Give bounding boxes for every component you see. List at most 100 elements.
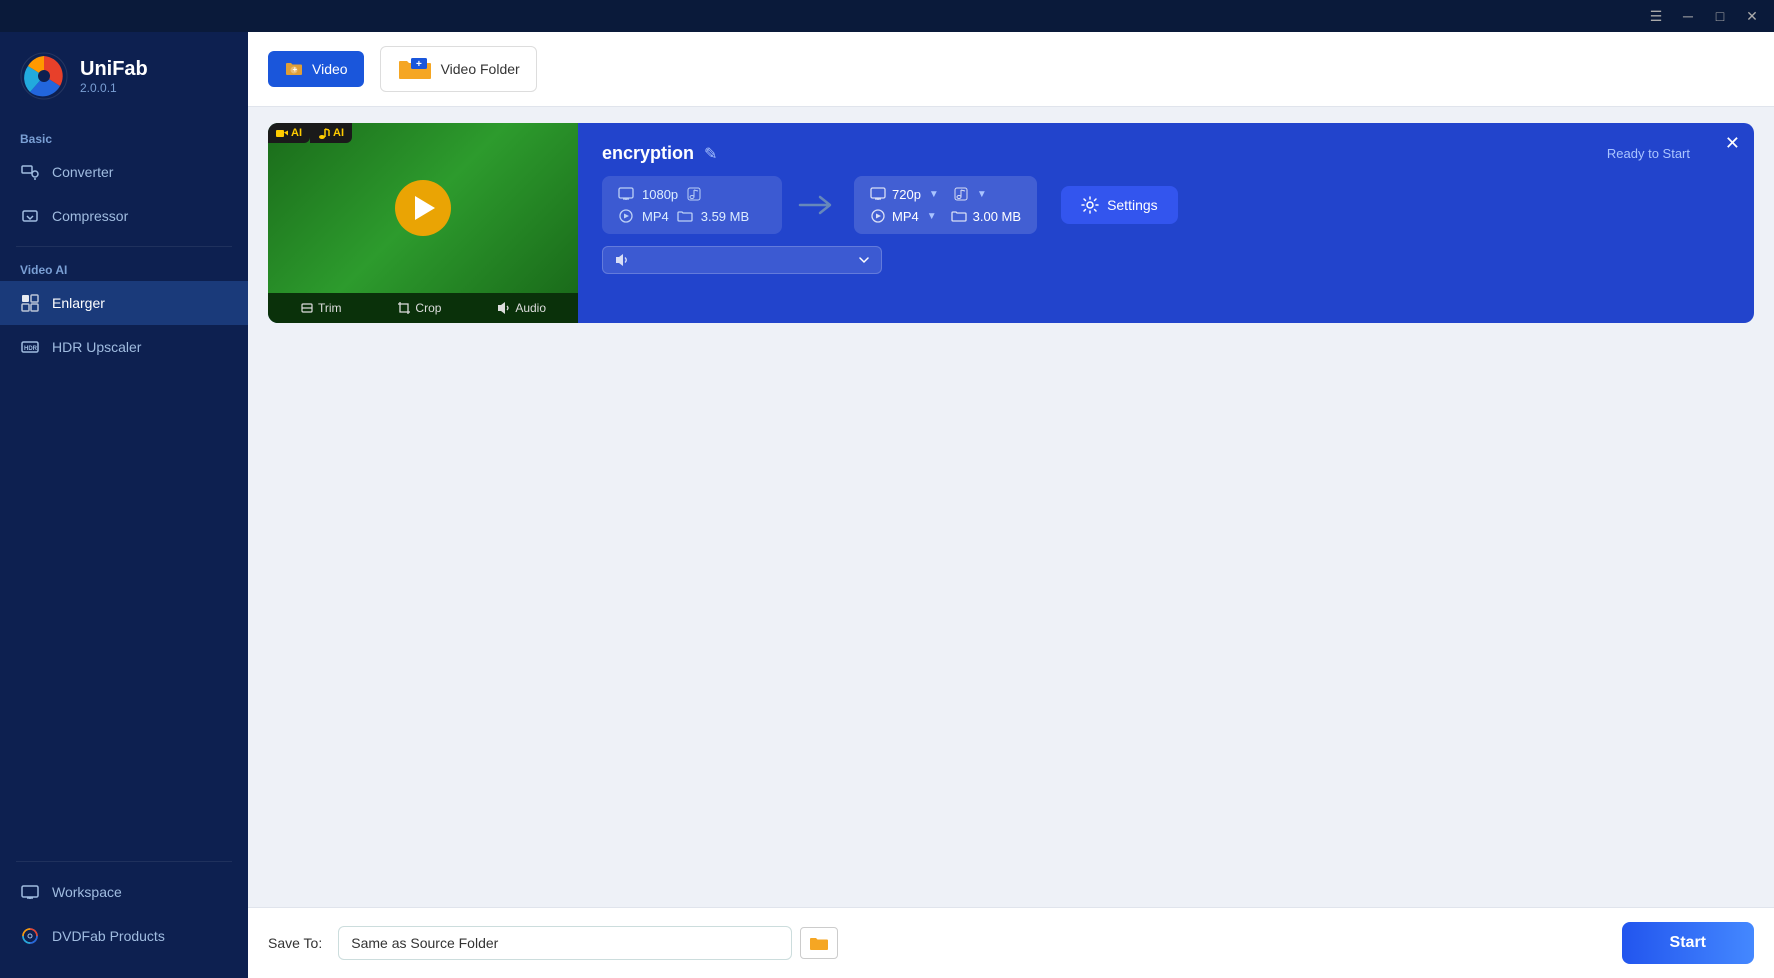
video-title: encryption [602,143,694,164]
trim-icon [300,301,314,315]
ready-to-start-label: Ready to Start [1607,146,1690,161]
main-content: + Video + Video Folder [248,32,1774,978]
svg-text:+: + [293,65,298,74]
audio-icon [497,301,511,315]
enlarger-label: Enlarger [52,295,105,311]
logo-area: UniFab 2.0.0.1 [0,32,248,124]
music-icon [318,127,330,139]
app-version: 2.0.0.1 [80,81,148,95]
save-to-input-wrap: Same as Source Folder [338,926,838,960]
start-label: Start [1670,934,1706,951]
source-info: 1080p [602,176,782,234]
video-cam-icon [276,128,288,138]
ai-video-text: AI [291,127,302,139]
source-format: MP4 [642,209,669,224]
svg-text:+: + [416,59,422,70]
save-to-label: Save To: [268,935,322,951]
logo-text: UniFab 2.0.0.1 [80,57,148,95]
monitor-icon [618,186,634,202]
target-format: MP4 [892,209,919,224]
audio-track-row [602,246,1730,274]
sidebar-item-converter[interactable]: Converter [0,150,248,194]
browse-folder-button[interactable] [800,927,838,959]
crop-button[interactable]: Crop [393,299,445,317]
target-format-line: MP4 ▼ 3.00 MB [870,208,1021,224]
trim-button[interactable]: Trim [296,299,346,317]
sidebar-item-enlarger[interactable]: Enlarger [0,281,248,325]
add-video-label: Video [312,61,348,77]
target-size: 3.00 MB [973,209,1021,224]
compressor-label: Compressor [52,208,128,224]
ai-audio-badge: AI [310,123,352,143]
dvdfab-icon [20,926,40,946]
audio-track-select[interactable] [602,246,882,274]
compressor-icon [20,206,40,226]
play-circle-icon [618,208,634,224]
sidebar: UniFab 2.0.0.1 Basic Converter [0,32,248,978]
audio-label: Audio [515,301,546,315]
add-video-icon: + [284,59,304,79]
trim-label: Trim [318,301,342,315]
bottom-bar: Save To: Same as Source Folder Start [248,907,1774,978]
source-resolution: 1080p [642,187,678,202]
sidebar-item-compressor[interactable]: Compressor [0,194,248,238]
settings-gear-icon [1081,196,1099,214]
ai-audio-text: AI [333,127,344,139]
video-preview [268,123,578,293]
speaker-icon [615,253,631,267]
content-area: AI AI [248,107,1774,907]
add-folder-button[interactable]: + Video Folder [380,46,537,92]
target-resolution-line: 720p ▼ ▼ [870,186,1021,202]
sidebar-item-workspace[interactable]: Workspace [0,870,248,914]
ai-badge-row: AI AI [268,123,352,143]
converter-icon [20,162,40,182]
sidebar-item-hdr-upscaler[interactable]: HDR HDR Upscaler [0,325,248,369]
sidebar-item-dvdfab[interactable]: DVDFab Products [0,914,248,958]
source-size: 3.59 MB [701,209,749,224]
maximize-button[interactable]: □ [1706,6,1734,26]
save-to-select[interactable]: Same as Source Folder [338,926,792,960]
audio-button[interactable]: Audio [493,299,550,317]
target-info: 720p ▼ ▼ [854,176,1037,234]
close-card-button[interactable]: ✕ [1725,133,1740,154]
sidebar-divider-1 [16,246,232,247]
audio-dropdown-chevron [859,256,869,264]
ai-video-badge: AI [268,123,310,143]
menu-button[interactable]: ☰ [1642,6,1670,26]
play-triangle-icon [415,196,435,220]
add-video-button[interactable]: + Video [268,51,364,87]
video-controls-bar: Trim Crop [268,293,578,323]
conversion-arrow [790,190,846,220]
play-button[interactable] [395,180,451,236]
video-info: encryption ✎ Ready to Start [578,123,1754,323]
minimize-button[interactable]: ─ [1674,6,1702,26]
app-logo [20,52,68,100]
dvdfab-label: DVDFab Products [52,928,165,944]
target-play-icon [870,208,886,224]
source-resolution-line: 1080p [618,186,766,202]
section-video-ai-label: Video AI [0,255,248,281]
resolution-dropdown-arrow: ▼ [929,189,939,200]
workspace-label: Workspace [52,884,122,900]
close-button[interactable]: ✕ [1738,6,1766,26]
toolbar: + Video + Video Folder [248,32,1774,107]
svg-text:HDR: HDR [24,346,38,352]
edit-icon[interactable]: ✎ [704,144,717,164]
title-bar: ☰ ─ □ ✕ [0,0,1774,32]
crop-label: Crop [415,301,441,315]
target-resolution: 720p [892,187,921,202]
add-folder-icon: + [397,55,433,83]
target-music-icon [953,186,969,202]
start-button[interactable]: Start [1622,922,1754,964]
hdr-icon: HDR [20,337,40,357]
hdr-upscaler-label: HDR Upscaler [52,339,141,355]
target-monitor-icon [870,186,886,202]
section-basic-label: Basic [0,124,248,150]
music-note-icon [686,186,702,202]
workspace-icon [20,882,40,902]
video-thumbnail: AI AI [268,123,578,323]
app-name: UniFab [80,57,148,81]
source-format-line: MP4 3.59 MB [618,208,766,224]
enlarger-icon [20,293,40,313]
settings-button[interactable]: Settings [1061,186,1178,224]
